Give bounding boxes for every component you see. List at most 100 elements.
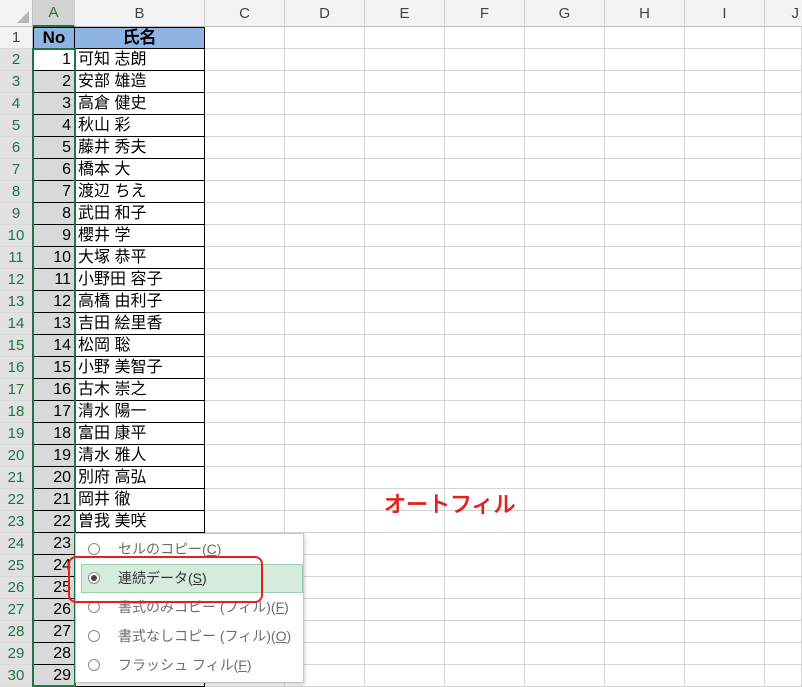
cell-E10[interactable] <box>365 225 445 247</box>
cell-C15[interactable] <box>205 335 285 357</box>
cell-G27[interactable] <box>525 599 605 621</box>
cell-A14[interactable]: 13 <box>33 313 75 335</box>
cell-I12[interactable] <box>685 269 765 291</box>
cell-B17[interactable]: 古木 崇之 <box>75 379 205 401</box>
cell-D8[interactable] <box>285 181 365 203</box>
column-header-A[interactable]: A <box>33 0 75 27</box>
cell-F16[interactable] <box>445 357 525 379</box>
cell-B3[interactable]: 安部 雄造 <box>75 71 205 93</box>
cell-I30[interactable] <box>685 665 765 687</box>
cell-A27[interactable]: 26 <box>33 599 75 621</box>
column-header-F[interactable]: F <box>445 0 525 27</box>
cell-A26[interactable]: 25 <box>33 577 75 599</box>
option-fill-series[interactable]: 連続データ(S) <box>81 564 303 593</box>
cell-J6[interactable] <box>765 137 802 159</box>
cell-D13[interactable] <box>285 291 365 313</box>
cell-I20[interactable] <box>685 445 765 467</box>
cell-A12[interactable]: 11 <box>33 269 75 291</box>
cell-E12[interactable] <box>365 269 445 291</box>
cell-J3[interactable] <box>765 71 802 93</box>
cell-D9[interactable] <box>285 203 365 225</box>
cell-C22[interactable] <box>205 489 285 511</box>
cell-I19[interactable] <box>685 423 765 445</box>
cell-C4[interactable] <box>205 93 285 115</box>
cell-F27[interactable] <box>445 599 525 621</box>
cell-E13[interactable] <box>365 291 445 313</box>
cell-F18[interactable] <box>445 401 525 423</box>
cell-E15[interactable] <box>365 335 445 357</box>
cell-F30[interactable] <box>445 665 525 687</box>
cell-G4[interactable] <box>525 93 605 115</box>
cell-G2[interactable] <box>525 49 605 71</box>
cell-G12[interactable] <box>525 269 605 291</box>
cell-H17[interactable] <box>605 379 685 401</box>
cell-I15[interactable] <box>685 335 765 357</box>
cell-I25[interactable] <box>685 555 765 577</box>
cell-B11[interactable]: 大塚 恭平 <box>75 247 205 269</box>
cell-E19[interactable] <box>365 423 445 445</box>
row-header-25[interactable]: 25 <box>0 555 33 577</box>
cell-A7[interactable]: 6 <box>33 159 75 181</box>
cell-D12[interactable] <box>285 269 365 291</box>
cell-H14[interactable] <box>605 313 685 335</box>
cell-C21[interactable] <box>205 467 285 489</box>
cell-D5[interactable] <box>285 115 365 137</box>
row-header-21[interactable]: 21 <box>0 467 33 489</box>
column-header-E[interactable]: E <box>365 0 445 27</box>
cell-C10[interactable] <box>205 225 285 247</box>
cell-G13[interactable] <box>525 291 605 313</box>
cell-I10[interactable] <box>685 225 765 247</box>
row-header-17[interactable]: 17 <box>0 379 33 401</box>
cell-H20[interactable] <box>605 445 685 467</box>
cell-J9[interactable] <box>765 203 802 225</box>
cell-J13[interactable] <box>765 291 802 313</box>
cell-E8[interactable] <box>365 181 445 203</box>
cell-E26[interactable] <box>365 577 445 599</box>
cell-I9[interactable] <box>685 203 765 225</box>
option-fill-formatting-only[interactable]: 書式のみコピー (フィル)(F) <box>81 593 303 622</box>
cell-H9[interactable] <box>605 203 685 225</box>
cell-B23[interactable]: 曽我 美咲 <box>75 511 205 533</box>
cell-C19[interactable] <box>205 423 285 445</box>
row-header-1[interactable]: 1 <box>0 27 33 49</box>
cell-D4[interactable] <box>285 93 365 115</box>
cell-D11[interactable] <box>285 247 365 269</box>
cell-A24[interactable]: 23 <box>33 533 75 555</box>
row-header-8[interactable]: 8 <box>0 181 33 203</box>
cell-F9[interactable] <box>445 203 525 225</box>
cell-G14[interactable] <box>525 313 605 335</box>
cell-B10[interactable]: 櫻井 学 <box>75 225 205 247</box>
cell-D15[interactable] <box>285 335 365 357</box>
cell-H27[interactable] <box>605 599 685 621</box>
row-header-28[interactable]: 28 <box>0 621 33 643</box>
cell-I8[interactable] <box>685 181 765 203</box>
column-header-J[interactable]: J <box>765 0 802 27</box>
cell-H28[interactable] <box>605 621 685 643</box>
cell-J26[interactable] <box>765 577 802 599</box>
cell-A13[interactable]: 12 <box>33 291 75 313</box>
cell-I23[interactable] <box>685 511 765 533</box>
cell-J20[interactable] <box>765 445 802 467</box>
select-all-corner[interactable] <box>0 0 33 27</box>
radio-button-icon[interactable] <box>88 543 100 555</box>
cell-E16[interactable] <box>365 357 445 379</box>
cell-E5[interactable] <box>365 115 445 137</box>
cell-D7[interactable] <box>285 159 365 181</box>
row-header-15[interactable]: 15 <box>0 335 33 357</box>
cell-E24[interactable] <box>365 533 445 555</box>
row-header-19[interactable]: 19 <box>0 423 33 445</box>
cell-H25[interactable] <box>605 555 685 577</box>
row-header-14[interactable]: 14 <box>0 313 33 335</box>
cell-H16[interactable] <box>605 357 685 379</box>
cell-D2[interactable] <box>285 49 365 71</box>
row-header-13[interactable]: 13 <box>0 291 33 313</box>
row-header-4[interactable]: 4 <box>0 93 33 115</box>
cell-B9[interactable]: 武田 和子 <box>75 203 205 225</box>
cell-J7[interactable] <box>765 159 802 181</box>
cell-C16[interactable] <box>205 357 285 379</box>
cell-E17[interactable] <box>365 379 445 401</box>
cell-F8[interactable] <box>445 181 525 203</box>
cell-I16[interactable] <box>685 357 765 379</box>
cell-D3[interactable] <box>285 71 365 93</box>
cell-C18[interactable] <box>205 401 285 423</box>
